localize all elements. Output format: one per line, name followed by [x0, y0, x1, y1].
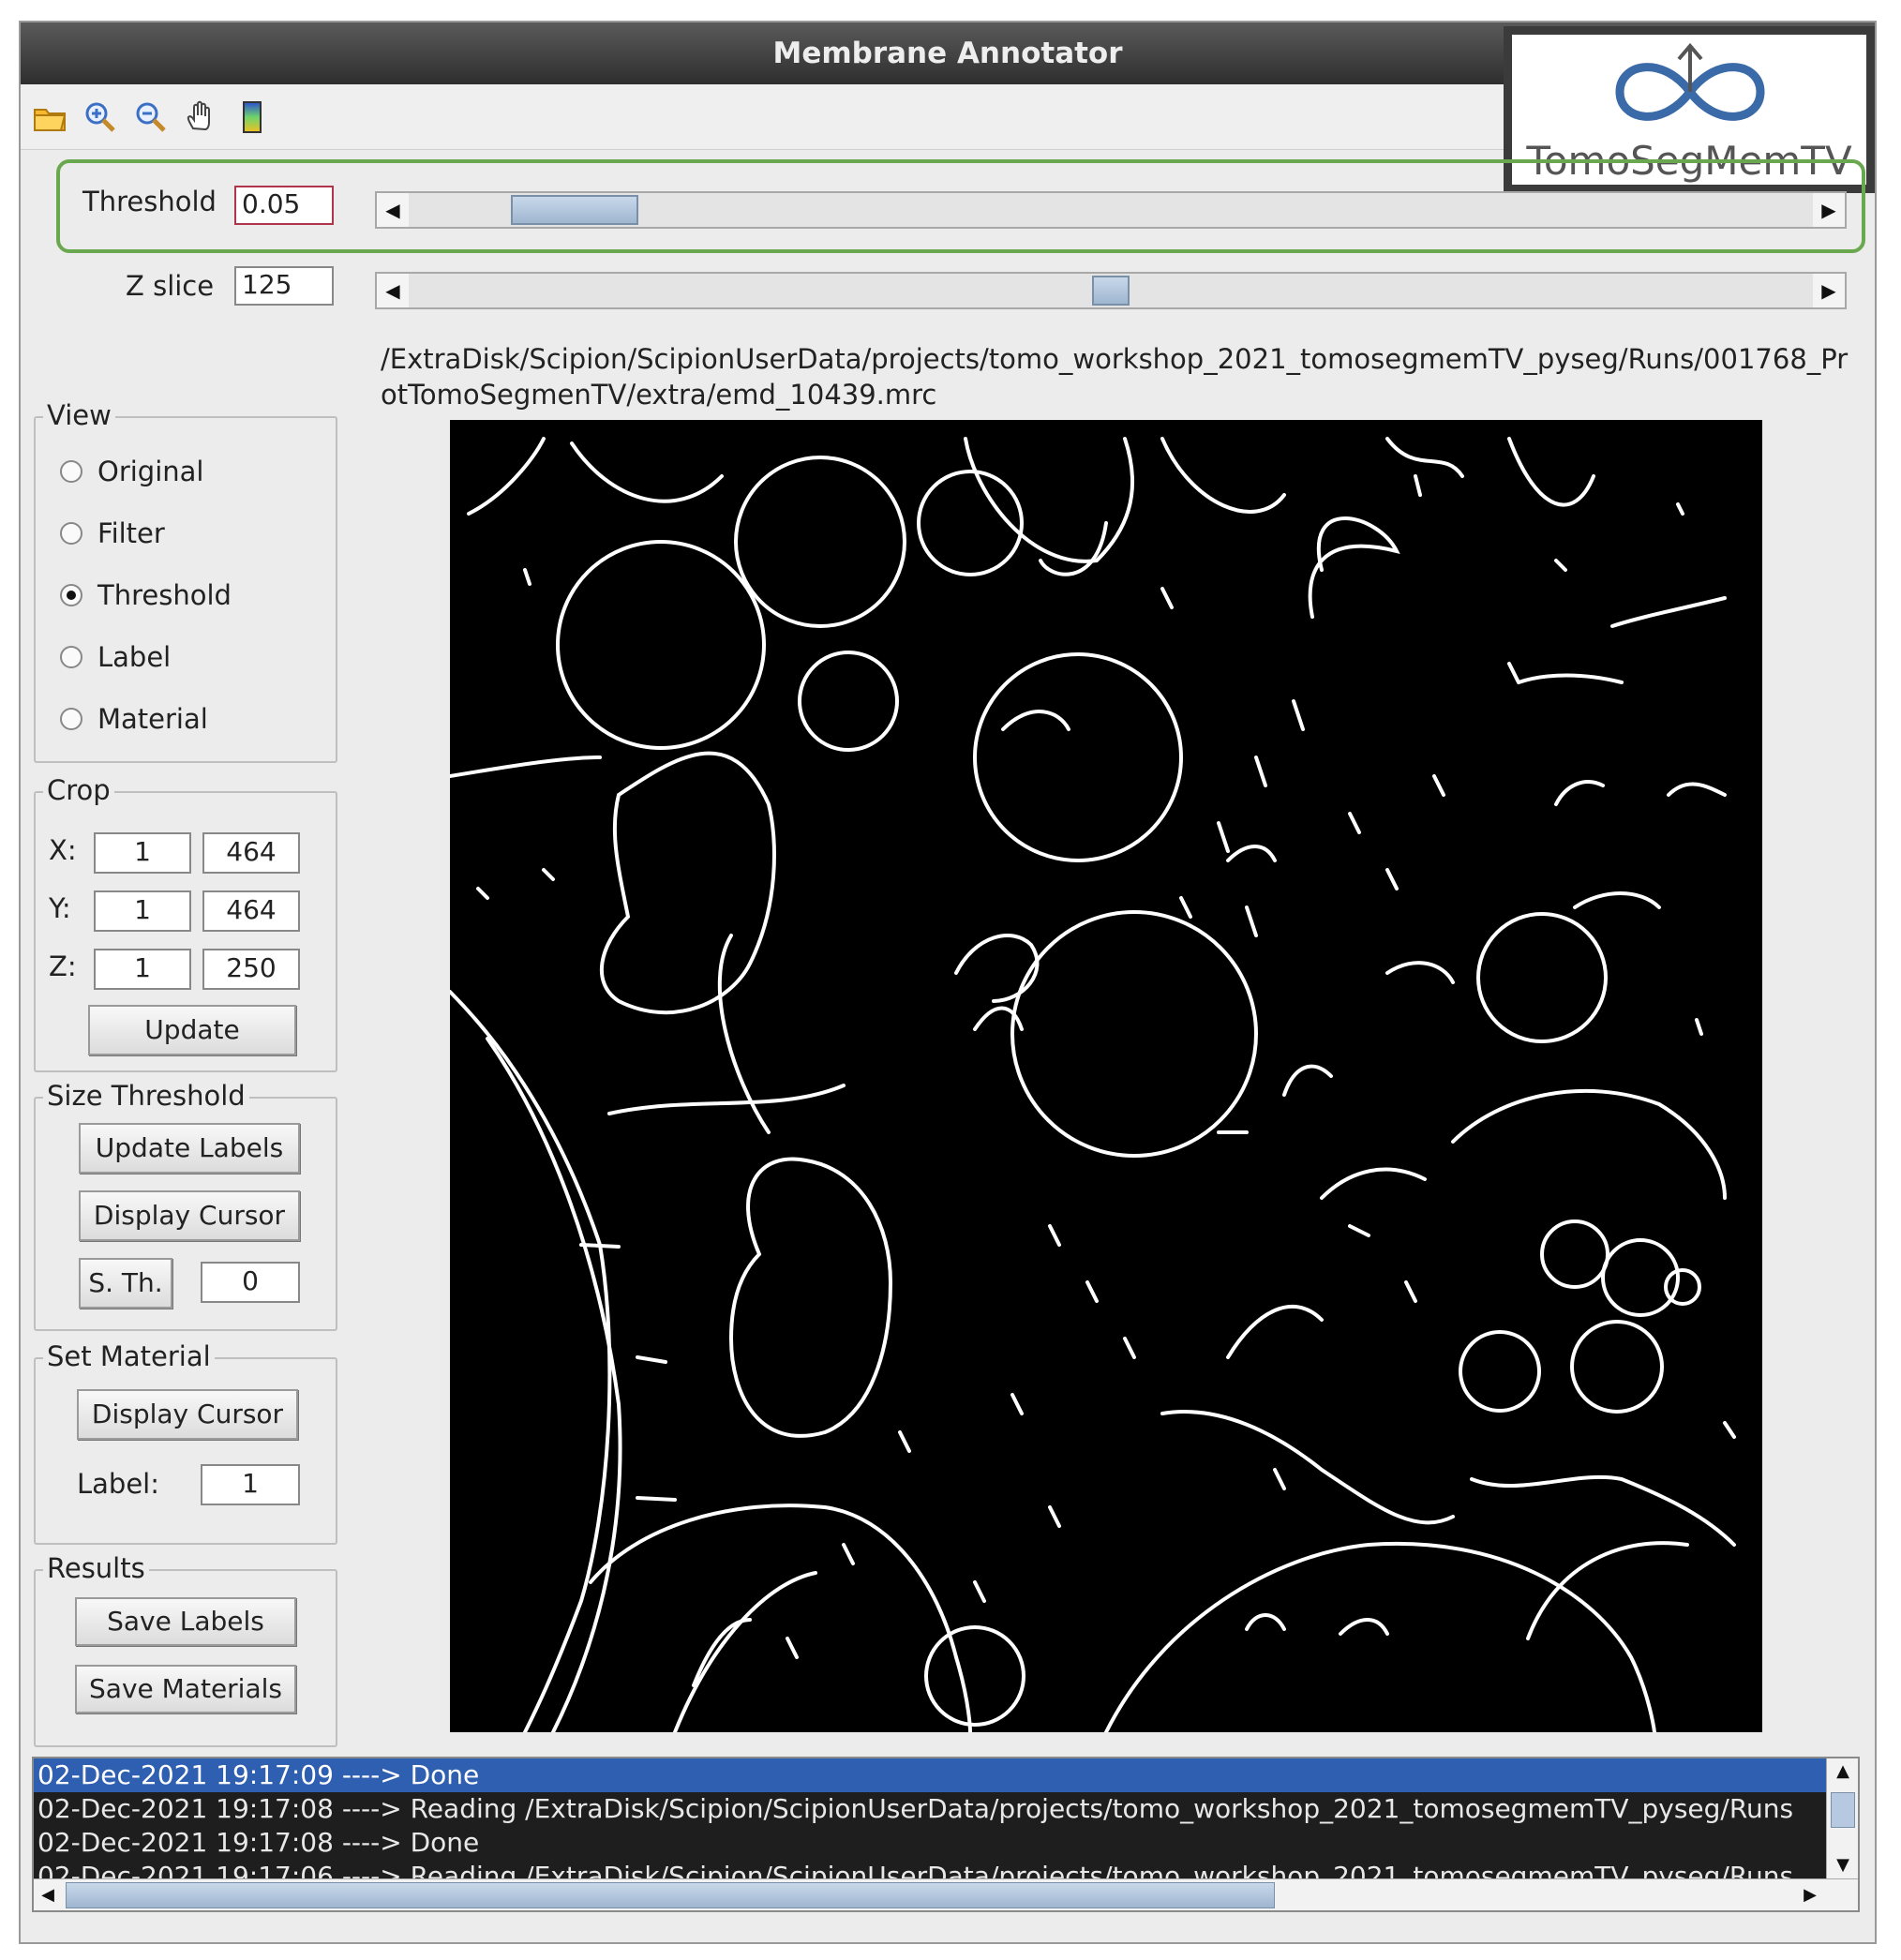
view-option-label: Threshold — [97, 579, 232, 611]
zslice-slider[interactable]: ◀ ▶ — [375, 272, 1847, 309]
infinity-logo-icon — [1615, 42, 1765, 121]
view-title: View — [43, 399, 115, 431]
threshold-slider-left-arrow[interactable]: ◀ — [377, 193, 409, 227]
threshold-input[interactable]: 0.05 — [234, 186, 334, 225]
membrane-segmentation-image — [450, 437, 1736, 1732]
radio-button-icon[interactable] — [60, 708, 82, 730]
zslice-slider-thumb[interactable] — [1092, 276, 1130, 306]
log-line[interactable]: 02-Dec-2021 19:17:08 ----> Reading /Extr… — [34, 1792, 1826, 1826]
crop-group: Crop X: 1 464 Y: 1 464 Z: 1 250 Update — [34, 774, 337, 1072]
view-option-threshold[interactable]: Threshold — [60, 577, 322, 615]
zoom-out-icon[interactable] — [129, 96, 172, 139]
set-material-title: Set Material — [43, 1340, 215, 1372]
zoom-in-icon[interactable] — [79, 96, 122, 139]
radio-button-icon[interactable] — [60, 646, 82, 668]
scroll-right-arrow-icon[interactable]: ▶ — [1796, 1879, 1824, 1911]
file-path: /ExtraDisk/Scipion/ScipionUserData/proje… — [381, 343, 1849, 411]
crop-title: Crop — [43, 774, 114, 806]
radio-button-icon[interactable] — [60, 584, 82, 606]
view-option-filter[interactable]: Filter — [60, 516, 322, 553]
size-threshold-title: Size Threshold — [43, 1080, 249, 1112]
tomogram-slice-view[interactable] — [450, 420, 1762, 1732]
crop-y-max[interactable]: 464 — [202, 890, 300, 932]
log-line[interactable]: 02-Dec-2021 19:17:09 ----> Done — [34, 1758, 1826, 1792]
zslice-input[interactable]: 125 — [234, 266, 334, 306]
zslice-label: Z slice — [126, 270, 215, 302]
size-display-cursor-button[interactable]: Display Cursor — [79, 1190, 300, 1241]
radio-button-icon[interactable] — [60, 522, 82, 545]
radio-button-icon[interactable] — [60, 460, 82, 483]
zslice-slider-right-arrow[interactable]: ▶ — [1813, 274, 1845, 307]
results-group: Results Save Labels Save Materials — [34, 1552, 337, 1747]
view-option-label: Filter — [97, 517, 165, 549]
sth-input[interactable]: 0 — [201, 1262, 300, 1303]
material-label-label: Label: — [77, 1468, 160, 1500]
threshold-label: Threshold — [82, 186, 217, 217]
scroll-left-arrow-icon[interactable]: ◀ — [34, 1879, 62, 1911]
colorbar-icon[interactable] — [231, 96, 274, 139]
zslice-slider-left-arrow[interactable]: ◀ — [377, 274, 409, 307]
material-display-cursor-button[interactable]: Display Cursor — [77, 1389, 298, 1440]
crop-x-label: X: — [49, 834, 77, 866]
crop-z-max[interactable]: 250 — [202, 949, 300, 990]
log-list: 02-Dec-2021 19:17:09 ----> Done 02-Dec-20… — [34, 1758, 1826, 1878]
scroll-down-arrow-icon[interactable]: ▼ — [1827, 1852, 1859, 1878]
crop-x-max[interactable]: 464 — [202, 832, 300, 874]
sth-button[interactable]: S. Th. — [79, 1258, 172, 1309]
log-line[interactable]: 02-Dec-2021 19:17:06 ----> Reading /Extr… — [34, 1860, 1826, 1878]
log-horizontal-thumb[interactable] — [66, 1882, 1275, 1908]
log-line[interactable]: 02-Dec-2021 19:17:08 ----> Done — [34, 1826, 1826, 1860]
view-option-original[interactable]: Original — [60, 454, 322, 491]
view-option-label: Label — [97, 641, 172, 673]
update-labels-button[interactable]: Update Labels — [79, 1123, 300, 1174]
crop-update-button[interactable]: Update — [88, 1005, 296, 1055]
save-materials-button[interactable]: Save Materials — [75, 1665, 296, 1713]
crop-y-min[interactable]: 1 — [94, 890, 191, 932]
crop-y-label: Y: — [49, 892, 71, 924]
pan-hand-icon[interactable] — [180, 96, 223, 139]
log-vertical-scrollbar[interactable]: ▲ ▼ — [1826, 1758, 1858, 1878]
log-horizontal-scrollbar[interactable]: ◀ ▶ — [34, 1878, 1858, 1910]
main-window: Membrane Annotator TomoSegMemTV Threshol… — [19, 21, 1877, 1944]
view-group: View Original Filter Threshold Label Materia… — [34, 399, 337, 763]
material-label-input[interactable]: 1 — [201, 1464, 300, 1505]
scroll-up-arrow-icon[interactable]: ▲ — [1827, 1758, 1859, 1785]
view-option-material[interactable]: Material — [60, 701, 322, 739]
set-material-group: Set Material Display Cursor Label: 1 — [34, 1340, 337, 1545]
threshold-slider-right-arrow[interactable]: ▶ — [1813, 193, 1845, 227]
open-folder-icon[interactable] — [28, 96, 71, 139]
view-option-label: Material — [97, 703, 208, 735]
log-console[interactable]: 02-Dec-2021 19:17:09 ----> Done 02-Dec-20… — [32, 1757, 1860, 1912]
crop-x-min[interactable]: 1 — [94, 832, 191, 874]
crop-z-label: Z: — [49, 950, 77, 982]
save-labels-button[interactable]: Save Labels — [75, 1597, 296, 1646]
view-option-label[interactable]: Label — [60, 639, 322, 677]
log-vertical-thumb[interactable] — [1831, 1792, 1855, 1828]
results-title: Results — [43, 1552, 149, 1584]
size-threshold-group: Size Threshold Update Labels Display Cur… — [34, 1080, 337, 1331]
threshold-slider[interactable]: ◀ ▶ — [375, 191, 1847, 229]
crop-z-min[interactable]: 1 — [94, 949, 191, 990]
threshold-slider-thumb[interactable] — [510, 195, 638, 225]
view-option-label: Original — [97, 456, 204, 487]
